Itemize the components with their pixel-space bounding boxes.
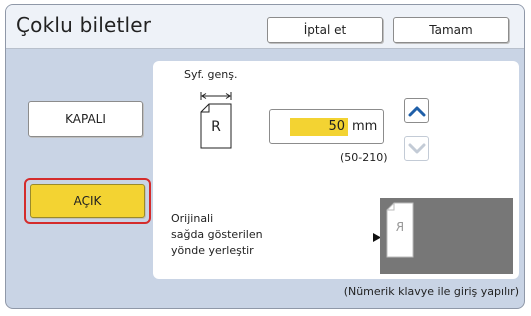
decrease-button[interactable]: [404, 136, 429, 161]
off-button[interactable]: KAPALI: [28, 101, 143, 137]
instruction-line: yönde yerleştir: [171, 244, 254, 257]
page-width-value: 50: [328, 119, 345, 134]
title-bar: Çoklu biletler İptal et Tamam: [6, 5, 524, 49]
document-letter: R: [211, 119, 221, 135]
cancel-button[interactable]: İptal et: [267, 17, 383, 43]
page-width-label: Syf. genş.: [184, 68, 238, 81]
placement-instruction: Orijinali sağda gösterilen yönde yerleşt…: [171, 211, 263, 259]
chevron-down-icon: [408, 143, 425, 153]
on-selection-outline: AÇIK: [24, 178, 151, 224]
multi-ticket-screen: Çoklu biletler İptal et Tamam KAPALI AÇI…: [5, 4, 525, 309]
unit-label: mm: [352, 119, 378, 134]
instruction-line: Orijinali: [171, 212, 214, 225]
placement-preview: R: [380, 198, 513, 274]
range-hint: (50-210): [340, 151, 388, 164]
keypad-note: (Nümerik klavye ile giriş yapılır): [343, 285, 519, 298]
increase-button[interactable]: [404, 98, 429, 123]
chevron-up-icon: [408, 106, 425, 116]
instruction-line: sağda gösterilen: [171, 228, 263, 241]
width-dimension-icon: [200, 92, 232, 100]
settings-panel: Syf. genş. R 50 mm (50-210) Orijinali sa…: [153, 61, 519, 279]
on-button[interactable]: AÇIK: [30, 184, 145, 218]
ok-button[interactable]: Tamam: [393, 17, 509, 43]
page-width-input[interactable]: 50 mm: [269, 109, 384, 144]
page-title: Çoklu biletler: [16, 13, 152, 37]
mirrored-letter: R: [395, 220, 405, 234]
